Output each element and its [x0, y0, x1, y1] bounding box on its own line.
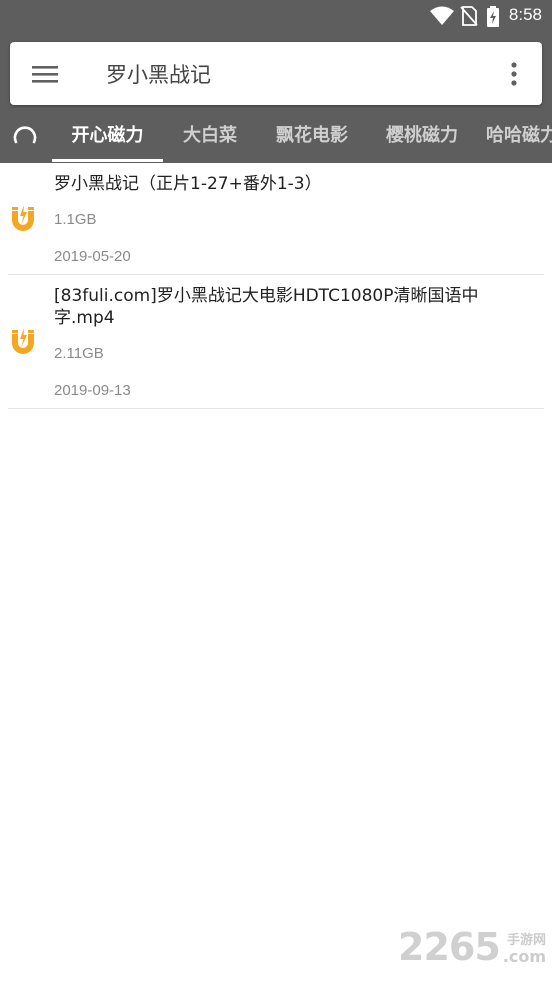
tab-dabaicai[interactable]: 大白菜 [170, 112, 250, 161]
battery-charging-icon [487, 6, 499, 27]
item-size: 2.11GB [54, 345, 104, 362]
list-item[interactable]: [83fuli.com]罗小黑战记大电影HDTC1080P清晰国语中字.mp4 … [0, 275, 552, 409]
status-time: 8:58 [508, 5, 542, 24]
watermark-domain: .com [502, 947, 546, 966]
result-list: 罗小黑战记（正片1-27+番外1-3） 1.1GB 2019-05-20 [83… [0, 163, 552, 409]
no-sim-icon [460, 6, 478, 26]
watermark-site-cn: 手游网 [506, 933, 546, 948]
magnet-icon [12, 205, 34, 231]
active-tab-indicator [52, 159, 163, 162]
tab-yingtao-cili[interactable]: 樱桃磁力 [376, 112, 468, 161]
watermark-logo: 2265 手游网 .com [398, 925, 548, 971]
magnet-icon [12, 328, 34, 354]
refresh-icon[interactable] [12, 124, 38, 150]
tab-haha-cili[interactable]: 哈哈磁力 [486, 112, 552, 161]
tab-kaixin-cili[interactable]: 开心磁力 [52, 112, 163, 161]
status-bar: 8:58 [0, 0, 552, 33]
wifi-icon [430, 6, 454, 25]
search-bar[interactable]: 罗小黑战记 [10, 42, 542, 105]
more-vert-icon[interactable] [508, 60, 520, 88]
watermark-number: 2265 [398, 925, 501, 969]
divider [8, 408, 544, 409]
item-title: 罗小黑战记（正片1-27+番外1-3） [54, 174, 322, 194]
tab-piaohua-dianying[interactable]: 飘花电影 [266, 112, 358, 161]
item-date: 2019-05-20 [54, 248, 131, 265]
menu-icon[interactable] [30, 60, 62, 88]
source-tabs: 开心磁力 大白菜 飘花电影 樱桃磁力 哈哈磁力 [0, 112, 552, 163]
list-item[interactable]: 罗小黑战记（正片1-27+番外1-3） 1.1GB 2019-05-20 [0, 163, 552, 275]
item-title: [83fuli.com]罗小黑战记大电影HDTC1080P清晰国语中字.mp4 [54, 286, 479, 328]
item-date: 2019-09-13 [54, 382, 131, 399]
item-size: 1.1GB [54, 211, 97, 228]
search-query[interactable]: 罗小黑战记 [106, 59, 211, 89]
